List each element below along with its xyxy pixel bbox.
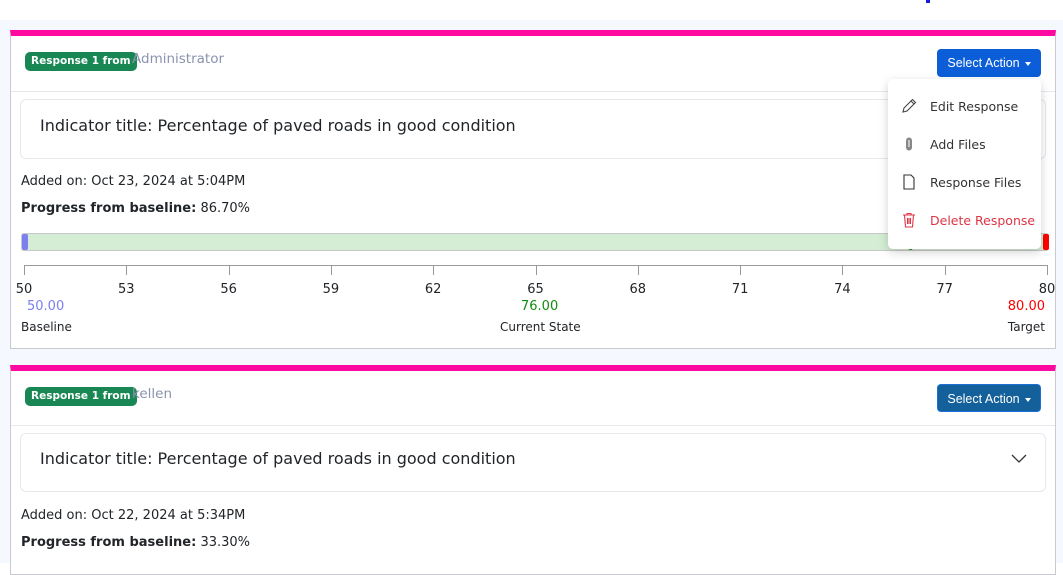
scale-tick-label: 50 bbox=[15, 282, 33, 297]
scroll-indicator bbox=[926, 0, 930, 3]
progress-label: Progress from baseline: bbox=[21, 201, 197, 216]
indicator-title: Indicator title: Percentage of paved roa… bbox=[40, 449, 516, 468]
current-state-label: Current State bbox=[500, 320, 581, 334]
added-on: Added on: Oct 23, 2024 at 5:04PM bbox=[21, 174, 246, 189]
indicator-title: Indicator title: Percentage of paved roa… bbox=[40, 116, 516, 135]
select-action-menu: Edit Response Add Files Response Files D… bbox=[888, 79, 1041, 249]
scale-tick-label: 77 bbox=[936, 282, 953, 297]
menu-item-edit-response[interactable]: Edit Response bbox=[888, 88, 1041, 124]
scale-tick-label: 53 bbox=[118, 282, 135, 297]
scale-tick bbox=[24, 265, 25, 275]
current-value: 76.00 bbox=[521, 299, 559, 314]
select-action-label: Select Action bbox=[947, 56, 1020, 70]
caret-down-icon bbox=[1024, 397, 1031, 402]
response-author: kellen bbox=[132, 386, 173, 402]
select-action-button[interactable]: Select Action bbox=[937, 384, 1041, 412]
menu-item-delete-response[interactable]: Delete Response bbox=[888, 202, 1041, 238]
menu-item-add-files[interactable]: Add Files bbox=[888, 126, 1041, 162]
scale-tick-label: 65 bbox=[527, 282, 544, 297]
scale-tick-label: 74 bbox=[834, 282, 851, 297]
baseline-marker bbox=[22, 234, 28, 250]
pencil-icon bbox=[901, 98, 917, 114]
menu-item-label: Edit Response bbox=[930, 98, 1019, 114]
added-on: Added on: Oct 22, 2024 at 5:34PM bbox=[21, 508, 246, 523]
target-marker bbox=[1043, 234, 1049, 250]
scale-tick-label: 59 bbox=[322, 282, 340, 297]
scale-tick bbox=[1047, 265, 1048, 275]
scale-tick bbox=[944, 265, 946, 275]
scale-tick bbox=[330, 265, 332, 275]
scale-tick-label: 68 bbox=[629, 282, 647, 297]
baseline-label: Baseline bbox=[21, 320, 72, 334]
scale-tick bbox=[637, 265, 639, 275]
scale-tick-label: 62 bbox=[424, 282, 442, 297]
card-header: Response 1 from kellen Select Action bbox=[11, 371, 1055, 426]
baseline-value: 50.00 bbox=[27, 299, 65, 314]
scale-tick-label: 71 bbox=[731, 282, 749, 297]
file-icon bbox=[901, 174, 917, 190]
trash-icon bbox=[901, 212, 917, 228]
chevron-down-icon bbox=[1011, 454, 1027, 463]
progress-label: Progress from baseline: bbox=[21, 535, 197, 550]
scale-tick bbox=[842, 265, 844, 275]
scale-tick bbox=[433, 265, 435, 275]
response-badge: Response 1 from bbox=[25, 387, 137, 406]
paperclip-icon bbox=[901, 136, 917, 152]
indicator-accordion[interactable]: Indicator title: Percentage of paved roa… bbox=[20, 433, 1046, 492]
target-value: 80.00 bbox=[1007, 299, 1045, 314]
response-card: Response 1 from kellen Select Action Ind… bbox=[10, 365, 1056, 575]
menu-item-label: Delete Response bbox=[930, 212, 1036, 228]
progress-from-baseline: Progress from baseline: 86.70% bbox=[21, 201, 250, 216]
progress-value: 33.30% bbox=[200, 535, 251, 550]
scale-tick bbox=[228, 265, 230, 275]
select-action-button[interactable]: Select Action bbox=[937, 49, 1041, 77]
menu-item-response-files[interactable]: Response Files bbox=[888, 164, 1041, 200]
response-badge: Response 1 from bbox=[25, 52, 137, 71]
scale-tick bbox=[126, 265, 128, 275]
caret-down-icon bbox=[1024, 61, 1031, 66]
response-author: Administrator bbox=[132, 51, 225, 67]
scale-tick bbox=[740, 265, 742, 275]
progress-value: 86.70% bbox=[200, 201, 251, 216]
menu-item-label: Add Files bbox=[930, 136, 986, 152]
scale-tick bbox=[535, 265, 537, 275]
target-label: Target bbox=[1007, 320, 1045, 334]
scale-tick-label: 56 bbox=[220, 282, 237, 297]
scale-tick-label: 80 bbox=[1038, 282, 1056, 297]
select-action-label: Select Action bbox=[947, 392, 1020, 406]
progress-from-baseline: Progress from baseline: 33.30% bbox=[21, 535, 250, 550]
menu-item-label: Response Files bbox=[930, 174, 1022, 190]
